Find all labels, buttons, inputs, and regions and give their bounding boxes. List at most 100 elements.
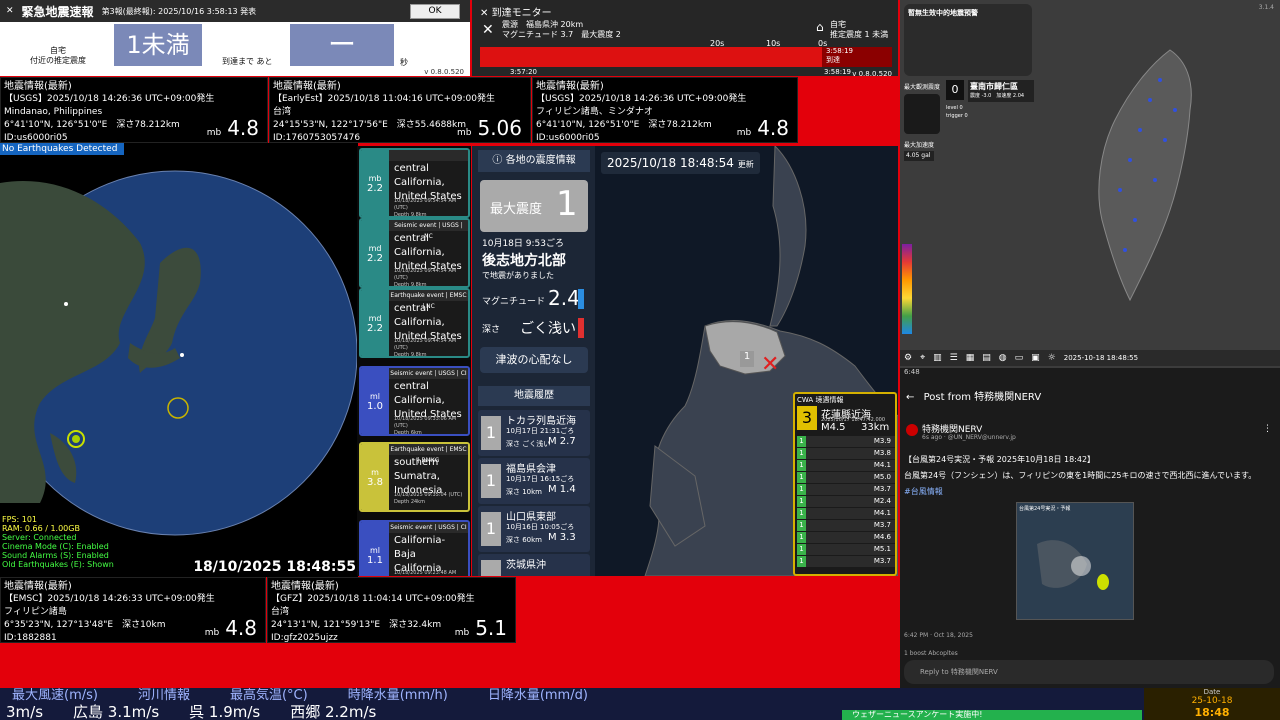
reply-input[interactable]: Reply to 特務機関NERV <box>904 660 1274 684</box>
level-value: 0 <box>959 105 963 111</box>
post-hashtag[interactable]: #台風情報 <box>904 486 943 497</box>
typhoon-image[interactable]: 台風第24号実況・予報 <box>1016 502 1134 620</box>
list-icon[interactable]: ☰ <box>950 353 958 363</box>
quake-line2: Mindanao, Philippines <box>4 107 103 117</box>
sun-icon[interactable]: ☼ <box>1048 353 1056 363</box>
cwa-item-mag: M3.7 <box>873 521 891 529</box>
event-card[interactable]: ml 1.0 Seismic event | USGS | CI central Ca… <box>359 366 470 436</box>
event-card-mag: m 3.8 <box>361 444 389 510</box>
quake-line1: 【EMSC】2025/10/18 14:26:33 UTC+09:00発生 <box>4 594 215 604</box>
time-end: 3:58:19 <box>824 68 851 76</box>
history-item[interactable]: 1 福島県会津 10月17日 16:15ごろ 深さ 10km M 1.4 <box>478 458 590 504</box>
event-card[interactable]: ml 1.1 Seismic event | USGS | CI California… <box>359 520 470 576</box>
post-counts: 1 boost Abcopltes <box>904 650 958 657</box>
cwa-item-mag: M3.8 <box>873 449 891 457</box>
history-depth: 深さ 60km <box>506 536 543 544</box>
map-icon[interactable]: ▦ <box>966 353 975 363</box>
japan-map[interactable]: 2025/10/18 18:48:54 更新 1 ✕ CWA 境遇情報 3 花蓮… <box>595 146 898 576</box>
epicenter-x-icon: ✕ <box>761 352 780 377</box>
cwa-list-item[interactable]: 1 M4.1 <box>797 460 895 471</box>
cwa-list-item[interactable]: 1 M4.1 <box>797 508 895 519</box>
cinema-mode-status: Cinema Mode (C): Enabled <box>2 542 109 551</box>
settings-icon[interactable]: ⚙ <box>904 353 912 363</box>
target-icon[interactable]: ⌖ <box>920 353 925 363</box>
arrival-title: 到達モニター <box>491 8 552 19</box>
event-card-date: 10/18/2025 09:33:06 AM (UTC) Depth 6km <box>394 416 468 434</box>
event-card-caption <box>389 150 468 161</box>
mag-value: 2.2 <box>367 323 383 334</box>
cwa-list-item[interactable]: 1 M3.9 <box>797 436 895 447</box>
history-place: トカラ列島近海 <box>506 416 576 427</box>
close-icon[interactable]: ✕ <box>480 8 488 19</box>
cwa-card: CWA 境遇情報 3 花蓮縣近海 2025/10/17 18:47:42.000… <box>793 392 897 576</box>
map-update-label: 更新 <box>737 160 754 169</box>
cwa-list-item[interactable]: 1 M4.6 <box>797 532 895 543</box>
report-icon[interactable]: ▤ <box>982 353 991 363</box>
history-item[interactable]: 1 トカラ列島近海 10月17日 21:31ごろ 深さ ごく浅い M 2.7 <box>478 410 590 456</box>
quake-mag: mb 4.8 <box>737 118 789 140</box>
arrival-info: 震源 福島県沖 20km マグニチュード 3.7 最大震度 2 <box>502 20 621 40</box>
globe-view[interactable]: No Earthquakes Detected FPS: 101 RAM: 0.… <box>0 143 358 577</box>
cwa-list-item[interactable]: 1 M3.7 <box>797 484 895 495</box>
history-place: 福島県会津 <box>506 464 556 475</box>
event-card[interactable]: m 3.8 Earthquake event | EMSC | BMKG southe… <box>359 442 470 512</box>
layers-icon[interactable]: ▣ <box>1031 353 1040 363</box>
tw-station-box: 臺南市歸仁區 震度 -3.0 加速度 2.04 <box>968 80 1034 102</box>
weather-ticker: 最大風速(m/s) 河川情報 最高気温(°C) 時降水量(mm/h) 日降水量(… <box>0 688 1280 720</box>
cwa-item-mag: M3.9 <box>873 437 891 445</box>
marker-time: 3:58:19 <box>826 47 853 55</box>
tw-max-label: 最大觀測震度 <box>904 84 941 91</box>
event-card[interactable]: md 2.2 Seismic event | USGS | NC central Ca… <box>359 218 470 288</box>
mag-type: mb <box>454 628 470 638</box>
eew-loc-line2: 付近の推定震度 <box>30 56 86 65</box>
quake-info-emsc: 地震情報(最新) 【EMSC】2025/10/18 14:26:33 UTC+0… <box>0 577 266 643</box>
arrival-marker: 3:58:19 到達 <box>822 47 892 67</box>
cwa-item-mag: M2.4 <box>873 497 891 505</box>
window-icon[interactable]: ▭ <box>1015 353 1024 363</box>
cwa-item-mag: M4.1 <box>873 461 891 469</box>
cwa-list-item[interactable]: 1 M2.4 <box>797 496 895 507</box>
post-footer-time: 6:42 PM · Oct 18, 2025 <box>904 632 973 639</box>
cwa-list-item[interactable]: 1 M3.7 <box>797 556 895 567</box>
quake-title: 地震情報(最新) <box>536 81 604 92</box>
history-item[interactable]: 茨城県沖 <box>478 554 590 576</box>
avatar[interactable] <box>906 424 918 436</box>
epicenter-intensity-marker: 1 <box>740 351 754 367</box>
cwa-mag: M4.5 <box>821 422 846 433</box>
date-value: 25-10-18 <box>1191 696 1233 706</box>
event-card[interactable]: md 2.2 Earthquake event | EMSC | NC central… <box>359 288 470 358</box>
more-options-icon[interactable]: ⋮ <box>1263 424 1272 434</box>
history-item[interactable]: 1 山口県東部 10月16日 10:05ごろ 深さ 60km M 3.3 <box>478 506 590 552</box>
ticker-header: 日降水量(mm/d) <box>487 688 588 703</box>
eew-until-label: 到達まで あと <box>222 57 273 66</box>
eew-title: 緊急地震速報 <box>21 4 94 19</box>
ok-button[interactable]: OK <box>410 4 460 19</box>
server-status: Server: Connected <box>2 533 77 542</box>
mag-type: ml <box>369 546 380 555</box>
globe-icon[interactable]: ◍ <box>999 353 1007 363</box>
cwa-item-mag: M4.1 <box>873 509 891 517</box>
history-list[interactable]: 1 トカラ列島近海 10月17日 21:31ごろ 深さ ごく浅い M 2.7 1 福島県会津… <box>478 410 590 576</box>
cwa-item-level: 1 <box>797 460 806 471</box>
chart-icon[interactable]: ▥ <box>933 353 942 363</box>
mag-value: 2.2 <box>367 183 383 194</box>
cwa-list-item[interactable]: 1 M3.8 <box>797 448 895 459</box>
event-card-list[interactable]: mb 2.2 central California, United States 10… <box>357 146 471 576</box>
event-card-mag: mb 2.2 <box>361 150 389 216</box>
arrival-mag: マグニチュード 3.7 最大震度 2 <box>502 30 621 39</box>
quake-line1: 【USGS】2025/10/18 14:26:36 UTC+09:00発生 <box>536 94 747 104</box>
x-mark-icon: ✕ <box>482 22 494 38</box>
typhoon-image-title: 台風第24号実況・予報 <box>1019 506 1071 512</box>
cwa-list-item[interactable]: 1 M5.1 <box>797 544 895 555</box>
history-depth: 深さ ごく浅い <box>506 440 551 448</box>
cwa-list-item[interactable]: 1 M5.0 <box>797 472 895 483</box>
intensity-legend-bar <box>902 244 912 334</box>
close-icon[interactable]: ✕ <box>6 6 14 16</box>
clock: Date 25-10-18 18:48 <box>1144 688 1280 720</box>
jp-mag-label: マグニチュード <box>482 297 546 307</box>
event-card[interactable]: mb 2.2 central California, United States 10… <box>359 148 470 218</box>
back-arrow-icon[interactable]: ← <box>906 392 914 403</box>
cwa-item-level: 1 <box>797 532 806 543</box>
quake-line1: 【USGS】2025/10/18 14:26:36 UTC+09:00発生 <box>4 94 215 104</box>
cwa-list-item[interactable]: 1 M3.7 <box>797 520 895 531</box>
